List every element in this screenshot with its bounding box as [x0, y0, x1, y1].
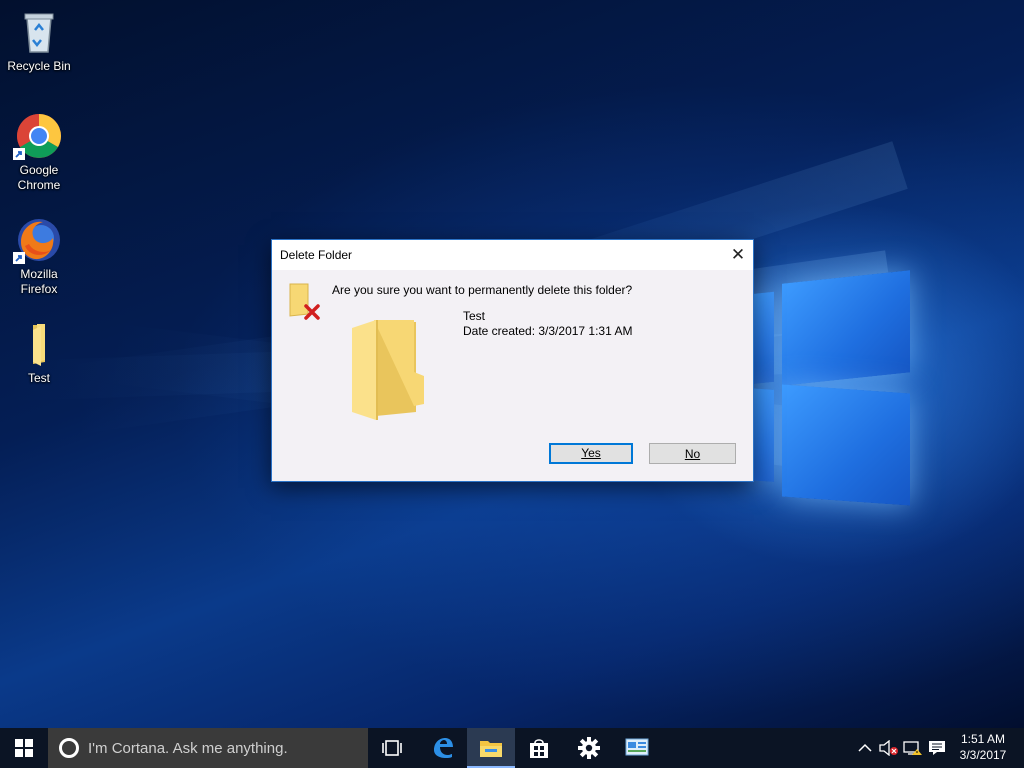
- file-explorer-icon: [480, 741, 502, 757]
- windows-logo-wallpaper: [750, 265, 915, 510]
- control-panel-icon: [625, 738, 649, 756]
- delete-folder-icon: [289, 283, 320, 320]
- settings-button[interactable]: [565, 728, 613, 768]
- close-button[interactable]: ✕: [723, 240, 753, 270]
- action-center-icon: [929, 741, 945, 755]
- control-panel-button[interactable]: [613, 728, 661, 768]
- clock-date: 3/3/2017: [959, 748, 1007, 762]
- store-icon: [530, 739, 548, 758]
- desktop-icon-test-folder[interactable]: Test: [1, 320, 77, 386]
- large-folder-icon: [352, 320, 424, 420]
- yes-button-label: Yes: [581, 446, 601, 460]
- edge-icon: [434, 738, 453, 758]
- store-button[interactable]: [515, 728, 563, 768]
- desktop-icon-recycle-bin[interactable]: Recycle Bin: [1, 8, 77, 74]
- task-view-icon: [382, 740, 402, 756]
- chrome-icon: [13, 112, 63, 160]
- no-button-label: No: [684, 447, 701, 461]
- desktop-icon-google-chrome[interactable]: Google Chrome: [1, 112, 77, 193]
- desktop-icon-label: Recycle Bin: [7, 59, 71, 73]
- delete-folder-dialog: Delete Folder ✕ Are you sure you want to…: [271, 239, 754, 482]
- search-placeholder: I'm Cortana. Ask me anything.: [88, 740, 288, 757]
- cortana-search-box[interactable]: I'm Cortana. Ask me anything.: [48, 728, 368, 768]
- recycle-bin-icon: [15, 8, 63, 56]
- shortcut-arrow-icon: [13, 148, 25, 160]
- taskbar-clock[interactable]: 1:51 AM 3/3/2017: [950, 731, 1016, 763]
- desktop-icon-label: Google Chrome: [17, 163, 61, 192]
- folder-name: Test: [463, 309, 486, 323]
- confirmation-question: Are you sure you want to permanently del…: [332, 283, 633, 297]
- dialog-titlebar[interactable]: Delete Folder ✕: [272, 240, 753, 270]
- dialog-title: Delete Folder: [280, 248, 353, 262]
- folder-icon: [15, 320, 63, 368]
- show-hidden-icons-button[interactable]: [853, 728, 877, 768]
- volume-muted-icon: [879, 740, 898, 756]
- cortana-icon: [59, 738, 79, 758]
- edge-button[interactable]: [419, 728, 467, 768]
- desktop-icon-label: Test: [27, 371, 50, 385]
- desktop-icon-mozilla-firefox[interactable]: Mozilla Firefox: [1, 216, 77, 297]
- settings-icon: [578, 737, 600, 759]
- action-center-button[interactable]: [925, 728, 949, 768]
- folder-date-created: Date created: 3/3/2017 1:31 AM: [463, 324, 633, 338]
- desktop-icon-label: Mozilla Firefox: [20, 267, 58, 296]
- network-button[interactable]: [901, 728, 925, 768]
- start-button[interactable]: [0, 728, 48, 768]
- file-explorer-button[interactable]: [467, 728, 515, 768]
- firefox-icon: [13, 216, 63, 264]
- volume-button[interactable]: [877, 728, 901, 768]
- chevron-up-icon: [858, 743, 872, 752]
- yes-button[interactable]: Yes: [549, 443, 633, 464]
- network-icon: [903, 741, 922, 755]
- taskbar: I'm Cortana. Ask me anything. 1:51 AM 3/…: [0, 728, 1024, 768]
- shortcut-arrow-icon: [13, 252, 25, 264]
- task-view-button[interactable]: [368, 728, 416, 768]
- windows-start-icon: [15, 739, 33, 757]
- clock-time: 1:51 AM: [960, 732, 1006, 746]
- no-button[interactable]: No: [649, 443, 736, 464]
